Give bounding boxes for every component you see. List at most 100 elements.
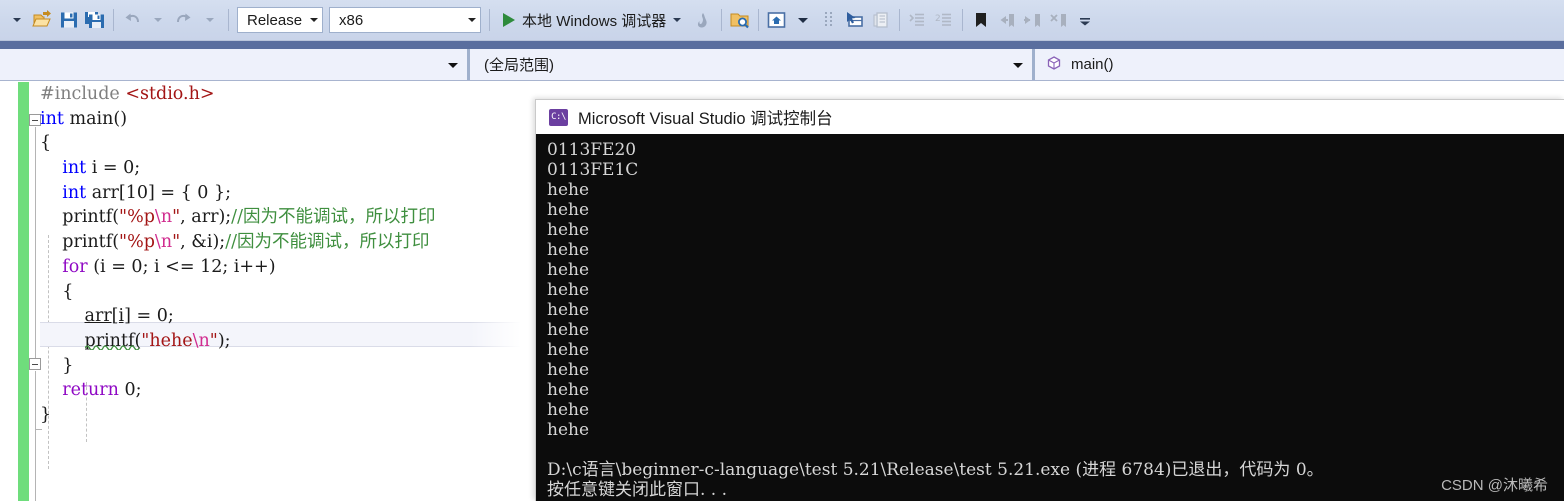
uncomment-selection-icon[interactable]: 2 [931,6,957,34]
previous-bookmark-icon[interactable] [994,6,1020,34]
code-token: arr[i] [84,306,131,327]
code-token: " [172,207,181,228]
save-icon[interactable] [56,6,82,34]
editor-fade-overlay [470,82,535,501]
type-scope-combo[interactable]: (全局范围) [470,49,1035,80]
navigation-bar: (全局范围) main() [0,49,1564,81]
console-line: hehe [547,240,590,260]
code-token: (i = 0; i <= 12; i++) [87,256,276,277]
solution-configuration-combo[interactable]: Release [237,7,324,33]
project-scope-combo[interactable] [0,49,470,80]
code-line: arr[i] = 0; [40,304,435,329]
code-line: for (i = 0; i <= 12; i++) [40,255,435,280]
code-token: , arr); [180,207,232,228]
code-line: return 0; [40,378,435,403]
save-all-icon[interactable] [82,6,108,34]
type-scope-value: (全局范围) [484,57,554,74]
code-token: //因为不能调试，所以打印 [231,207,436,228]
console-line: hehe [547,260,590,280]
svg-text:2: 2 [935,14,941,24]
console-line: hehe [547,380,590,400]
console-line: hehe [547,360,590,380]
object-browser-icon[interactable] [868,6,894,34]
code-text[interactable]: #include <stdio.h> int main(){ int i = 0;… [40,82,435,428]
next-bookmark-icon[interactable] [1020,6,1046,34]
code-token: int [40,108,64,129]
code-token: arr[10] = { 0 }; [86,182,232,203]
toggle-bookmark-icon[interactable] [968,6,994,34]
navbar-top-band [0,41,1564,49]
outline-guide-main [35,127,36,358]
visual-studio-window: Release x86 本地 Windows 调试器 2 (全局范围) main… [0,0,1564,501]
code-token: for [62,256,88,277]
search-solution-icon[interactable] [727,6,753,34]
code-token: , &i); [180,232,226,253]
console-line: hehe [547,220,590,240]
open-file-icon[interactable] [30,6,56,34]
start-debugging-button[interactable]: 本地 Windows 调试器 [495,6,690,34]
console-line: hehe [547,400,590,420]
properties-window-icon[interactable] [842,6,868,34]
redo-dropdown-caret[interactable] [197,6,223,34]
chevron-down-icon [448,62,458,68]
play-icon [503,13,516,27]
toolbar-separator-7 [962,9,964,31]
command-prompt-glyph: C:\ [551,111,566,122]
method-cube-icon [1046,55,1062,75]
solution-explorer-dropdown[interactable] [790,6,816,34]
toolbar-options-caret[interactable] [1072,6,1098,34]
code-token: = 0; [130,306,174,327]
code-token: " [209,330,218,351]
undo-icon[interactable] [119,6,145,34]
console-output[interactable]: 0113FE20 0113FE1C hehe hehe hehe hehe hehe hehe… [536,134,1564,501]
chevron-down-icon [1013,62,1023,68]
code-token: int [62,182,87,203]
toolbar-separator-4 [721,9,723,31]
code-token: #include [40,84,126,104]
code-token: printf( [40,232,120,253]
hot-reload-icon[interactable] [690,6,716,34]
toolbar-separator-3 [489,9,491,31]
code-line: printf("%p\n", arr);//因为不能调试，所以打印 [40,205,435,230]
code-token: //因为不能调试，所以打印 [225,232,430,253]
solution-explorer-icon[interactable] [764,6,790,34]
solution-configuration-value: Release [247,11,303,29]
code-token: <stdio.h> [125,84,215,104]
code-token: " [172,232,181,253]
toolbar-separator-2 [228,9,229,31]
code-token: return [62,380,119,401]
code-token: main() [63,108,128,129]
comment-selection-icon[interactable] [905,6,931,34]
command-prompt-icon: C:\ [549,108,568,126]
start-debugging-label: 本地 Windows 调试器 [522,12,667,30]
code-token: { [40,133,52,154]
change-tracking-bar [18,82,29,501]
console-line: hehe [547,180,590,200]
code-token: printf( [40,207,120,228]
console-line: hehe [547,340,590,360]
member-scope-combo[interactable]: main() [1035,49,1564,80]
console-line: hehe [547,200,590,220]
undo-dropdown-caret[interactable] [145,6,171,34]
debug-console-window[interactable]: C:\ Microsoft Visual Studio 调试控制台 0113FE… [535,99,1564,501]
member-scope-value: main() [1071,56,1114,73]
console-line: 0113FE1C [547,160,639,180]
clear-bookmarks-icon[interactable] [1046,6,1072,34]
solution-platform-value: x86 [339,11,364,29]
redo-icon[interactable] [171,6,197,34]
code-token: \n [192,330,210,351]
code-token: 0; [118,380,142,401]
code-line: printf("%p\n", &i);//因为不能调试，所以打印 [40,230,435,255]
code-token: { [40,281,74,302]
code-token: "hehe [141,330,193,351]
code-line: int i = 0; [40,156,435,181]
code-token: } [40,404,52,425]
toolbar-overflow-caret[interactable] [4,6,30,34]
code-line: int main() [40,107,435,132]
console-title-text: Microsoft Visual Studio 调试控制台 [578,110,833,128]
code-token: ); [217,330,231,351]
solution-platform-combo[interactable]: x86 [329,7,482,33]
